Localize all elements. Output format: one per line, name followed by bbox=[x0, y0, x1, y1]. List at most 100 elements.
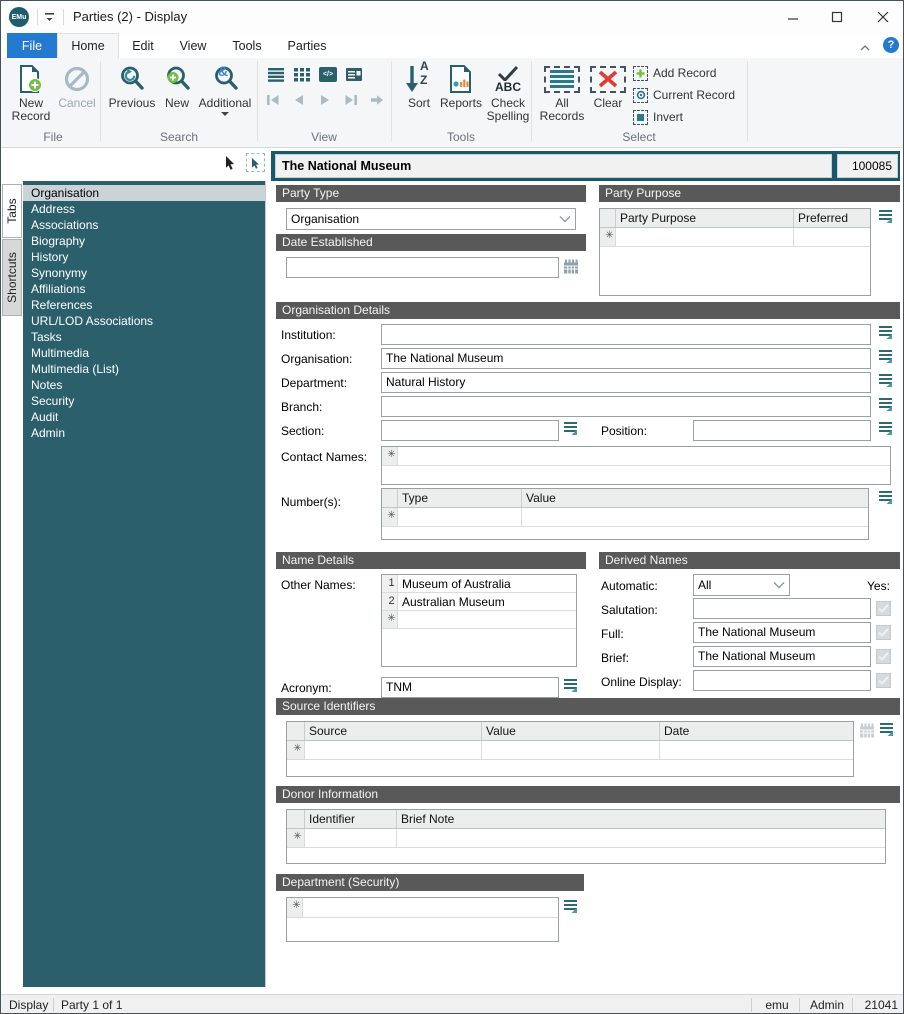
sort-button[interactable]: A Z Sort bbox=[399, 60, 439, 110]
online-display-yes-checkbox[interactable] bbox=[876, 673, 891, 688]
numbers-lookup-button[interactable] bbox=[878, 490, 894, 506]
acronym-field[interactable]: TNM bbox=[381, 677, 559, 698]
minimize-button[interactable] bbox=[771, 1, 815, 33]
previous-search-button[interactable]: Previous bbox=[105, 61, 159, 110]
brief-name-field[interactable]: The National Museum bbox=[693, 646, 871, 667]
check-spelling-button[interactable]: ABC Check Spelling bbox=[485, 61, 531, 123]
source-lookup-button[interactable] bbox=[879, 722, 895, 738]
sidebar-item-multimedia-list[interactable]: Multimedia (List) bbox=[23, 361, 265, 377]
sidebar-item-multimedia[interactable]: Multimedia bbox=[23, 345, 265, 361]
salutation-field[interactable] bbox=[693, 598, 871, 619]
branch-lookup-button[interactable] bbox=[878, 397, 894, 413]
grid-cell[interactable] bbox=[794, 228, 870, 246]
source-date-calendar-button[interactable] bbox=[859, 723, 875, 744]
sidebar-item-url-lod-associations[interactable]: URL/LOD Associations bbox=[23, 313, 265, 329]
branch-field[interactable] bbox=[381, 396, 871, 417]
grid-cell[interactable] bbox=[305, 741, 482, 759]
select-add-record-button[interactable]: Add Record bbox=[633, 64, 716, 82]
grid-cell[interactable] bbox=[660, 741, 853, 759]
sidebar-item-affiliations[interactable]: Affiliations bbox=[23, 281, 265, 297]
grid-cell[interactable] bbox=[303, 898, 558, 917]
position-lookup-button[interactable] bbox=[878, 421, 894, 437]
numbers-grid[interactable]: Type Value ✳ bbox=[381, 488, 869, 540]
sidebar-item-tasks[interactable]: Tasks bbox=[23, 329, 265, 345]
sidebar-item-associations[interactable]: Associations bbox=[23, 217, 265, 233]
date-established-field[interactable] bbox=[286, 257, 559, 278]
sidebar-item-organisation[interactable]: Organisation bbox=[23, 185, 265, 201]
sidebar-item-notes[interactable]: Notes bbox=[23, 377, 265, 393]
quick-access-toolbar-button[interactable] bbox=[43, 11, 57, 29]
help-button[interactable]: ? bbox=[883, 37, 899, 53]
collapse-ribbon-button[interactable] bbox=[859, 39, 871, 57]
other-names-grid[interactable]: 1 Museum of Australia 2 Australian Museum … bbox=[381, 574, 577, 667]
donor-information-grid[interactable]: Identifier Brief Note ✳ bbox=[286, 809, 886, 864]
select-mode-button[interactable] bbox=[246, 153, 265, 172]
grid-cell[interactable] bbox=[305, 829, 397, 847]
tab-home[interactable]: Home bbox=[57, 33, 119, 58]
grid-cell[interactable] bbox=[398, 611, 576, 628]
department-lookup-button[interactable] bbox=[878, 373, 894, 389]
last-record-button[interactable] bbox=[343, 93, 359, 112]
sidebar-item-references[interactable]: References bbox=[23, 297, 265, 313]
organisation-field[interactable]: The National Museum bbox=[381, 348, 871, 369]
other-name-cell[interactable]: Museum of Australia bbox=[398, 575, 576, 592]
reports-button[interactable]: Reports bbox=[437, 61, 485, 110]
sidebar-item-audit[interactable]: Audit bbox=[23, 409, 265, 425]
sidebar-item-address[interactable]: Address bbox=[23, 201, 265, 217]
party-purpose-lookup-button[interactable] bbox=[878, 209, 894, 225]
grid-cell[interactable] bbox=[482, 741, 660, 759]
tab-edit[interactable]: Edit bbox=[119, 33, 167, 58]
grid-cell[interactable] bbox=[398, 508, 522, 526]
close-button[interactable] bbox=[860, 1, 903, 33]
maximize-button[interactable] bbox=[815, 1, 859, 33]
sidebar-item-biography[interactable]: Biography bbox=[23, 233, 265, 249]
organisation-lookup-button[interactable] bbox=[878, 349, 894, 365]
new-record-button[interactable]: New Record bbox=[7, 61, 55, 123]
select-current-record-button[interactable]: Current Record bbox=[633, 86, 735, 104]
grid-cell[interactable] bbox=[616, 228, 794, 246]
grid-cell[interactable] bbox=[398, 447, 890, 465]
grid-cell[interactable] bbox=[522, 508, 868, 526]
previous-record-button[interactable] bbox=[291, 93, 307, 112]
select-invert-button[interactable]: Invert bbox=[633, 108, 683, 126]
salutation-yes-checkbox[interactable] bbox=[876, 601, 891, 616]
sidebar-item-security[interactable]: Security bbox=[23, 393, 265, 409]
other-name-cell[interactable]: Australian Museum bbox=[398, 593, 576, 610]
sidebar-item-admin[interactable]: Admin bbox=[23, 425, 265, 441]
side-tab-shortcuts[interactable]: Shortcuts bbox=[2, 239, 22, 316]
sidebar-item-history[interactable]: History bbox=[23, 249, 265, 265]
acronym-lookup-button[interactable] bbox=[563, 678, 579, 694]
department-field[interactable]: Natural History bbox=[381, 372, 871, 393]
online-display-field[interactable] bbox=[693, 670, 871, 691]
view-code-button[interactable]: </> bbox=[319, 67, 337, 82]
department-security-grid[interactable]: ✳ bbox=[286, 897, 559, 942]
party-type-combobox[interactable]: Organisation bbox=[286, 208, 576, 230]
clear-selection-button[interactable]: Clear bbox=[587, 61, 629, 110]
brief-yes-checkbox[interactable] bbox=[876, 649, 891, 664]
first-record-button[interactable] bbox=[265, 93, 281, 112]
view-list-button[interactable] bbox=[267, 67, 285, 87]
institution-field[interactable] bbox=[381, 324, 871, 345]
source-identifiers-grid[interactable]: Source Value Date ✳ bbox=[286, 721, 854, 777]
tab-parties[interactable]: Parties bbox=[275, 33, 339, 58]
tab-file[interactable]: File bbox=[7, 33, 57, 58]
tab-view[interactable]: View bbox=[167, 33, 219, 58]
view-form-button[interactable] bbox=[345, 67, 363, 87]
view-grid-button[interactable] bbox=[293, 67, 311, 87]
all-records-button[interactable]: All Records bbox=[537, 61, 587, 123]
institution-lookup-button[interactable] bbox=[878, 325, 894, 341]
goto-record-button[interactable] bbox=[369, 93, 385, 112]
section-field[interactable] bbox=[381, 420, 559, 441]
date-established-calendar-button[interactable] bbox=[563, 259, 579, 280]
section-lookup-button[interactable] bbox=[563, 421, 579, 437]
additional-search-button[interactable]: & Additional bbox=[195, 61, 255, 116]
new-search-button[interactable]: New bbox=[159, 61, 195, 110]
automatic-combobox[interactable]: All bbox=[693, 574, 790, 596]
contact-names-grid[interactable]: ✳ bbox=[381, 446, 891, 485]
full-yes-checkbox[interactable] bbox=[876, 625, 891, 640]
side-tab-tabs[interactable]: Tabs bbox=[2, 184, 22, 238]
grid-cell[interactable] bbox=[397, 829, 885, 847]
party-purpose-grid[interactable]: Party Purpose Preferred ✳ bbox=[599, 208, 871, 296]
position-field[interactable] bbox=[693, 420, 871, 441]
cancel-button[interactable]: Cancel bbox=[55, 61, 99, 110]
